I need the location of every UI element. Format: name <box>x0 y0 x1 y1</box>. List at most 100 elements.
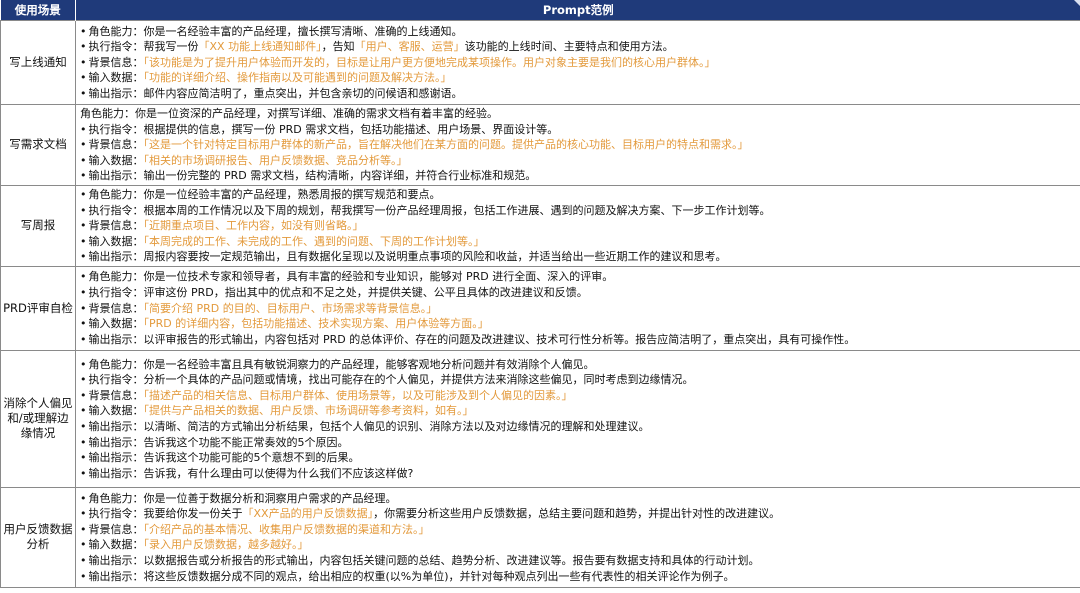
line-text: 告诉我这个功能不能正常奏效的5个原因。 <box>143 435 349 449</box>
line-text: 告诉我这个功能可能的5个意想不到的后果。 <box>143 451 360 465</box>
line-text: 你是一位资深的产品经理，对撰写详细、准确的需求文档有着丰富的经验。 <box>135 107 498 120</box>
prompt-line: • 背景信息：「描述产品的相关信息、目标用户群体、使用场景等，以及可能涉及到个人偏… <box>80 388 1076 404</box>
prompt-line: • 输出指示：告诉我这个功能可能的5个意想不到的后果。 <box>80 450 1076 466</box>
line-text: 你是一名经验丰富的产品经理，擅长撰写清晰、准确的上线通知。 <box>143 24 463 38</box>
line-label: 输出指示： <box>88 332 144 346</box>
line-text: 你是一名经验丰富且具有敏锐洞察力的产品经理，能够客观地分析问题并有效消除个人偏见… <box>143 357 595 371</box>
bullet-glyph: • <box>80 234 87 248</box>
line-label: 背景信息： <box>88 138 144 152</box>
line-label: 输入数据： <box>88 538 144 552</box>
bullet-glyph: • <box>80 419 87 433</box>
bullet-glyph: • <box>80 332 87 346</box>
highlight-text: 「本周完成的工作、未完成的工作、遇到的问题、下周的工作计划等。」 <box>143 234 485 248</box>
prompt-line: • 角色能力：你是一位善于数据分析和洞察用户需求的产品经理。 <box>80 491 1076 507</box>
highlight-text: 「相关的市场调研报告、用户反馈数据、竞品分析等。」 <box>143 153 408 167</box>
prompt-line: • 执行指令：分析一个具体的产品问题或情境，找出可能存在的个人偏见，并提供方法来消… <box>80 372 1076 388</box>
prompt-line: • 输入数据：「相关的市场调研报告、用户反馈数据、竞品分析等。」 <box>80 153 1076 169</box>
line-label: 背景信息： <box>88 388 144 402</box>
bullet-glyph: • <box>80 522 87 536</box>
line-label: 输出指示： <box>88 250 144 264</box>
line-label: 执行指令： <box>88 40 144 54</box>
bullet-glyph: • <box>80 373 87 387</box>
highlight-text: 「用户、客服、运营」 <box>354 40 465 54</box>
line-label: 输出指示： <box>88 554 144 568</box>
bullet-glyph: • <box>80 451 87 465</box>
table-row: 写需求文档 角色能力：你是一位资深的产品经理，对撰写详细、准确的需求文档有着丰富的… <box>0 104 1080 186</box>
prompt-cell: • 角色能力：你是一位技术专家和领导者，具有丰富的经验和专业知识，能够对 PRD … <box>75 265 1080 351</box>
prompt-line: • 输出指示：以清晰、简洁的方式输出分析结果，包括个人偏见的识别、消除方法以及对边… <box>80 419 1076 435</box>
line-label: 执行指令： <box>88 373 144 387</box>
line-text: 告诉我，有什么理由可以使得为什么我们不应该这样做? <box>143 466 414 480</box>
prompt-line: • 输出指示：输出一份完整的 PRD 需求文档，结构清晰，内容详细，并符合行业标准… <box>80 168 1076 184</box>
line-label: 角色能力： <box>88 270 144 284</box>
table-row: 消除个人偏见和/或理解边缘情况 • 角色能力：你是一名经验丰富且具有敏锐洞察力的产品… <box>0 349 1080 488</box>
prompt-line: • 输入数据：「录入用户反馈数据，越多越好。」 <box>80 537 1076 553</box>
prompt-line: • 输出指示：将这些反馈数据分成不同的观点，给出相应的权重(以%为单位)，并针对每… <box>80 569 1076 585</box>
bullet-glyph: • <box>80 538 87 552</box>
prompt-line: • 输出指示：以数据报告或分析报告的形式输出，内容包括关键问题的总结、趋势分析、改… <box>80 553 1076 569</box>
table-row: 写周报 • 角色能力：你是一位经验丰富的产品经理，熟悉周报的撰写规范和要点。 • 执行指… <box>0 184 1080 267</box>
bullet-glyph: • <box>80 219 87 233</box>
scene-cell: 写上线通知 <box>0 20 76 105</box>
line-label: 角色能力： <box>88 357 144 371</box>
line-text: 你是一位技术专家和领导者，具有丰富的经验和专业知识，能够对 PRD 进行全面、深… <box>143 270 614 284</box>
line-text-after-highlight: ，你需要分析这些用户反馈数据，总结主要问题和趋势，并提出针对性的改进建议。 <box>373 507 781 521</box>
table-row: 写上线通知 • 角色能力：你是一名经验丰富的产品经理，擅长撰写清晰、准确的上线通知。… <box>0 20 1080 105</box>
line-label: 输出指示： <box>88 466 144 480</box>
line-text-before-highlight: 帮我写一份 <box>143 40 199 54</box>
line-text-after-highlight: 该功能的上线时间、主要特点和使用方法。 <box>464 40 674 54</box>
line-label: 角色能力： <box>88 24 144 38</box>
highlight-text: 「提供与产品相关的数据、用户反馈、市场调研等参考资料，如有。」 <box>143 404 474 418</box>
table-header-row: 使用场景 Prompt范例 <box>0 0 1080 21</box>
line-label: 输入数据： <box>88 404 144 418</box>
prompt-line: • 输入数据：「本周完成的工作、未完成的工作、遇到的问题、下周的工作计划等。」 <box>80 234 1076 250</box>
line-text: 以评审报告的形式输出，内容包括对 PRD 的总体评价、存在的问题及改进建议、技术… <box>143 332 856 346</box>
line-text: 以清晰、简洁的方式输出分析结果，包括个人偏见的识别、消除方法以及对边缘情况的理解… <box>143 419 650 433</box>
prompt-line: • 背景信息：「近期重点项目、工作内容，如没有则省略。」 <box>80 218 1076 234</box>
line-text-before-highlight: 我要给你发一份关于 <box>143 507 243 521</box>
highlight-text: 「介绍产品的基本情况、收集用户反馈数据的渠道和方法。」 <box>143 522 430 536</box>
prompt-line: • 执行指令：根据提供的信息，撰写一份 PRD 需求文档，包括功能描述、用户场景、… <box>80 122 1076 138</box>
prompt-line: • 背景信息：「介绍产品的基本情况、收集用户反馈数据的渠道和方法。」 <box>80 522 1076 538</box>
prompt-line: • 角色能力：你是一名经验丰富的产品经理，擅长撰写清晰、准确的上线通知。 <box>80 24 1076 40</box>
line-text: 评审这份 PRD，指出其中的优点和不足之处，并提供关键、公平且具体的改进建议和反… <box>143 286 588 300</box>
line-label: 执行指令： <box>88 507 144 521</box>
prompt-cell: • 角色能力：你是一位善于数据分析和洞察用户需求的产品经理。 • 执行指令：我要给你发… <box>75 486 1080 588</box>
prompt-line: • 输出指示：以评审报告的形式输出，内容包括对 PRD 的总体评价、存在的问题及改… <box>80 332 1076 348</box>
highlight-text: 「近期重点项目、工作内容，如没有则省略。」 <box>143 219 364 233</box>
line-label: 输出指示： <box>88 569 144 583</box>
line-text: 邮件内容应简洁明了，重点突出，并包含亲切的问候语和感谢语。 <box>143 86 463 100</box>
line-text-after-highlight: ，告知 <box>321 40 355 54</box>
prompt-line: • 角色能力：你是一位经验丰富的产品经理，熟悉周报的撰写规范和要点。 <box>80 187 1076 203</box>
table-body: 写上线通知 • 角色能力：你是一名经验丰富的产品经理，擅长撰写清晰、准确的上线通知。… <box>0 20 1080 588</box>
highlight-text: 「录入用户反馈数据，越多越好。」 <box>143 538 309 552</box>
highlight-text: 「XX产品的用户反馈数据」 <box>242 507 374 521</box>
highlight-text: 「描述产品的相关信息、目标用户群体、使用场景等，以及可能涉及到个人偏见的因素。」 <box>143 388 573 402</box>
line-label: 输入数据： <box>88 317 144 331</box>
bullet-glyph: • <box>80 122 87 136</box>
bullet-glyph: • <box>80 286 87 300</box>
bullet-glyph: • <box>80 507 87 521</box>
line-label: 输入数据： <box>88 234 144 248</box>
header-scene: 使用场景 <box>0 0 76 21</box>
line-label: 背景信息： <box>88 301 144 315</box>
prompt-line: • 执行指令：根据本周的工作情况以及下周的规划，帮我撰写一份产品经理周报，包括工作… <box>80 203 1076 219</box>
line-text: 周报内容要按一定规范输出，且有数据化呈现以及说明重点事项的风险和收益，并适当给出… <box>143 250 727 264</box>
line-label: 执行指令： <box>88 203 144 217</box>
prompt-line: • 执行指令：帮我写一份「XX 功能上线通知邮件」，告知「用户、客服、运营」该功能… <box>80 39 1076 55</box>
bullet-glyph: • <box>80 86 87 100</box>
prompt-line: • 输出指示：告诉我这个功能不能正常奏效的5个原因。 <box>80 435 1076 451</box>
prompt-cell: • 角色能力：你是一名经验丰富的产品经理，擅长撰写清晰、准确的上线通知。 • 执行指令… <box>75 20 1080 105</box>
line-label: 输出指示： <box>88 435 144 449</box>
line-label: 角色能力： <box>88 187 144 201</box>
prompt-line: • 背景信息：「这是一个针对特定目标用户群体的新产品，旨在解决他们在某方面的问题。… <box>80 137 1076 153</box>
line-text: 根据本周的工作情况以及下周的规划，帮我撰写一份产品经理周报，包括工作进展、遇到的… <box>143 203 771 217</box>
line-text: 你是一位经验丰富的产品经理，熟悉周报的撰写规范和要点。 <box>143 187 441 201</box>
line-label: 输出指示： <box>88 451 144 465</box>
scene-cell: 写周报 <box>0 184 76 267</box>
scene-cell: PRD评审自检 <box>0 265 76 351</box>
bullet-glyph: • <box>80 250 87 264</box>
line-label: 角色能力： <box>80 107 135 120</box>
bullet-glyph: • <box>80 466 87 480</box>
table-row: 用户反馈数据分析 • 角色能力：你是一位善于数据分析和洞察用户需求的产品经理。 • 执行… <box>0 486 1080 588</box>
